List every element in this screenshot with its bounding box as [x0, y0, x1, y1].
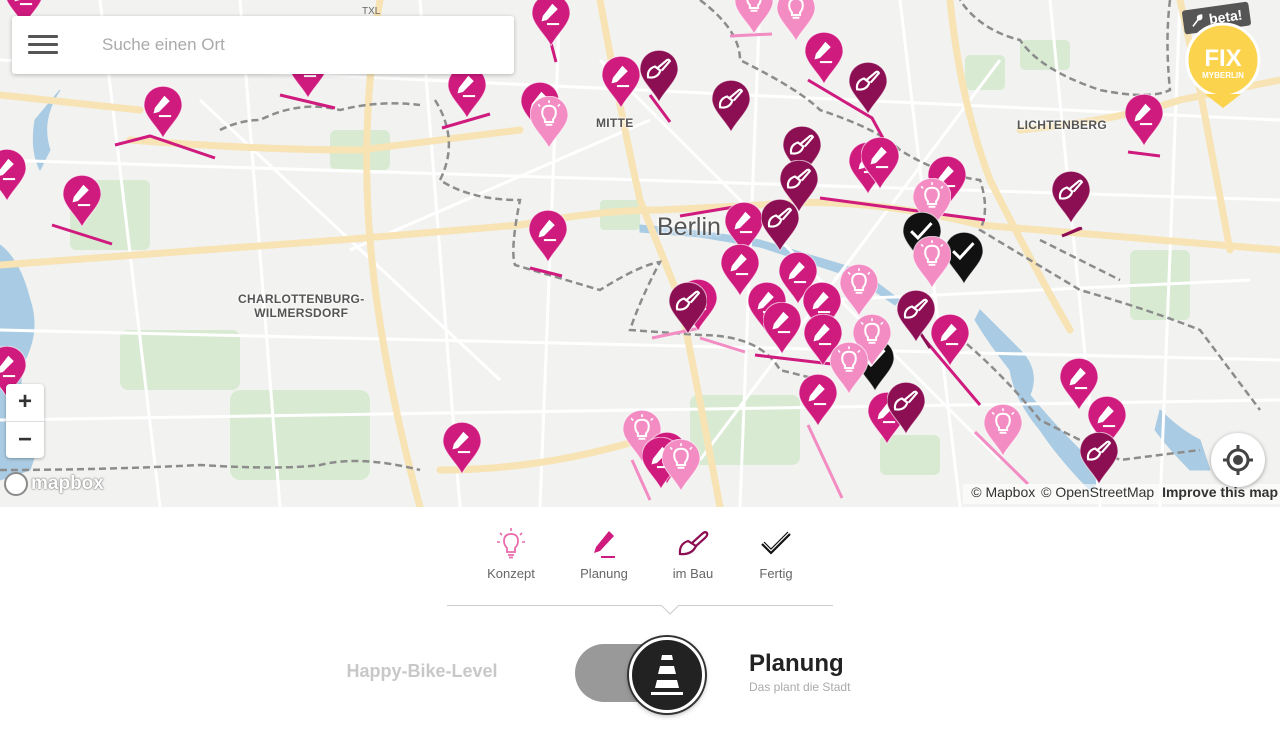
status-legend: Konzept Planung im Bau Fertig: [0, 528, 1280, 598]
map-marker-im-bau[interactable]: [849, 62, 887, 114]
pencil-icon: [594, 531, 615, 558]
district-label-mitte: MITTE: [596, 116, 634, 130]
map-marker-planung[interactable]: [602, 56, 640, 108]
hamburger-menu-icon[interactable]: [28, 35, 60, 55]
toggle-knob[interactable]: [629, 637, 705, 713]
status-subtitle: Das plant die Stadt: [749, 680, 851, 694]
map-marker-im-bau[interactable]: [640, 50, 678, 102]
zoom-out-button[interactable]: −: [6, 421, 44, 458]
map-marker-im-bau[interactable]: [1080, 432, 1118, 484]
search-input[interactable]: [102, 28, 502, 62]
map-marker-planung[interactable]: [805, 32, 843, 84]
zoom-control: + −: [6, 384, 44, 458]
map-marker-planung[interactable]: [443, 422, 481, 474]
checkmark-icon: [761, 531, 791, 555]
crosshair-icon: [1223, 445, 1253, 475]
map-marker-planung[interactable]: [931, 314, 969, 366]
district-label-charlottenburg: CHARLOTTENBURG- WILMERSDORF: [238, 292, 365, 320]
city-label: Berlin: [657, 213, 721, 241]
map[interactable]: TXL MITTE LICHTENBERG CHARLOTTENBURG- WI…: [0, 0, 1280, 507]
map-marker-planung[interactable]: [529, 210, 567, 262]
map-marker-planung[interactable]: [861, 137, 899, 189]
map-marker-konzept[interactable]: [913, 236, 951, 288]
map-marker-konzept[interactable]: [530, 96, 568, 148]
map-marker-im-bau[interactable]: [669, 282, 707, 334]
geolocate-button[interactable]: [1211, 433, 1265, 487]
map-marker-im-bau[interactable]: [761, 199, 799, 251]
map-marker-planung[interactable]: [799, 374, 837, 426]
svg-text:FIX: FIX: [1204, 45, 1241, 72]
attribution-mapbox-link[interactable]: © Mapbox: [971, 484, 1035, 500]
map-marker-im-bau[interactable]: [712, 80, 750, 132]
traffic-cone-icon: [651, 655, 683, 695]
district-label-lichtenberg: LICHTENBERG: [1017, 118, 1107, 132]
legend-item-konzept[interactable]: Konzept: [471, 528, 551, 581]
happy-bike-level-label[interactable]: Happy-Bike-Level: [322, 661, 522, 682]
status-title: Planung: [749, 650, 844, 677]
map-marker-im-bau[interactable]: [887, 382, 925, 434]
map-marker-konzept[interactable]: [735, 0, 773, 34]
svg-text:MYBERLIN: MYBERLIN: [1202, 71, 1244, 80]
map-marker-konzept[interactable]: [984, 404, 1022, 456]
level-toggle-switch[interactable]: [575, 637, 705, 713]
mapbox-logo[interactable]: mapbox: [4, 471, 104, 497]
map-marker-konzept[interactable]: [662, 439, 700, 491]
mapbox-icon: [4, 472, 28, 496]
map-marker-konzept[interactable]: [840, 264, 878, 316]
map-marker-im-bau[interactable]: [1052, 171, 1090, 223]
map-marker-planung[interactable]: [532, 0, 570, 46]
map-marker-planung[interactable]: [144, 86, 182, 138]
legend-divider: [447, 605, 833, 606]
lightbulb-icon: [497, 528, 525, 559]
attribution-osm-link[interactable]: © OpenStreetMap: [1041, 484, 1154, 500]
map-marker-im-bau[interactable]: [897, 290, 935, 342]
zoom-in-button[interactable]: +: [6, 384, 44, 421]
legend-item-im-bau[interactable]: im Bau: [653, 528, 733, 581]
divider-notch: [661, 605, 679, 615]
legend-item-fertig[interactable]: Fertig: [736, 528, 816, 581]
map-marker-planung[interactable]: [763, 302, 801, 354]
map-attribution: © Mapbox © OpenStreetMap Improve this ma…: [963, 484, 1280, 504]
legend-item-planung[interactable]: Planung: [564, 528, 644, 581]
map-marker-planung[interactable]: [1125, 94, 1163, 146]
map-marker-planung[interactable]: [63, 175, 101, 227]
fixmyberlin-logo[interactable]: FIX MYBERLIN: [1183, 22, 1275, 126]
map-marker-planung[interactable]: [0, 149, 26, 201]
search-bar: [12, 16, 514, 74]
trowel-icon: [678, 531, 709, 556]
